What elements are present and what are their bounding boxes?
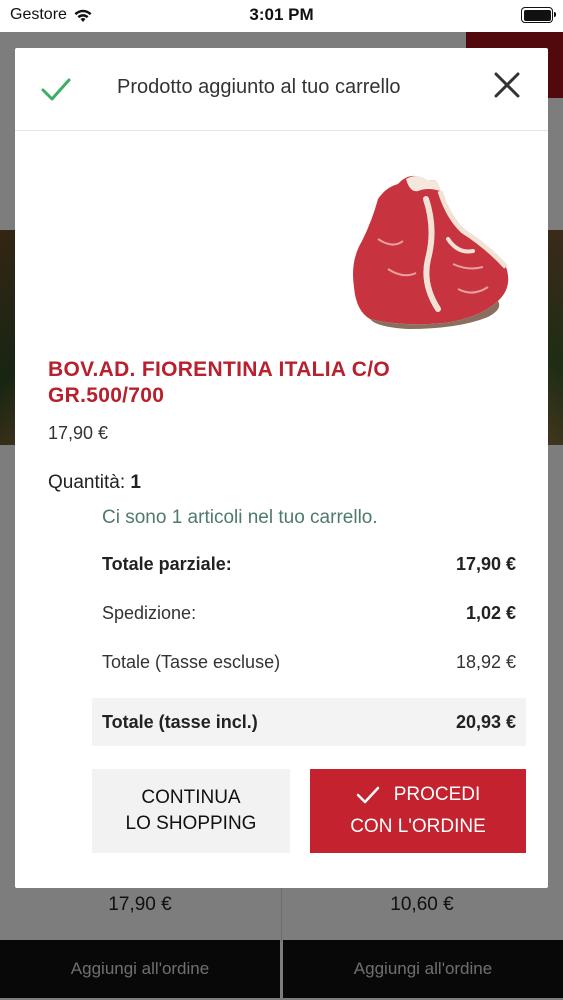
- continue-shopping-button[interactable]: CONTINUA LO SHOPPING: [92, 769, 290, 853]
- shipping-value: 1,02 €: [465, 602, 516, 623]
- proceed-line1: PROCEDI: [356, 779, 481, 811]
- check-icon: [356, 786, 379, 804]
- cart-message: Ci sono 1 articoli nel tuo carrello.: [102, 507, 378, 528]
- proceed-line2-text: CON L'ORDINE: [350, 816, 486, 837]
- summary-row-total-excl: Totale (Tasse escluse) 18,92 €: [92, 638, 526, 686]
- shipping-label: Spedizione:: [102, 602, 197, 623]
- battery-icon: [521, 7, 556, 23]
- status-bar: Gestore 3:01 PM: [0, 0, 563, 32]
- proceed-line1-text: PROCEDI: [393, 784, 481, 805]
- continue-shopping-line2: LO SHOPPING: [125, 813, 257, 834]
- subtotal-label: Totale parziale:: [102, 553, 232, 574]
- subtotal-value: 17,90 €: [455, 553, 516, 574]
- summary-row-subtotal: Totale parziale: 17,90 €: [92, 540, 526, 588]
- summary-row-total-incl: Totale (tasse incl.) 20,93 €: [92, 698, 526, 746]
- cart-modal: Prodotto aggiunto al tuo carrello BOV.AD…: [15, 48, 548, 888]
- steak-image: [353, 175, 509, 329]
- quantity-label: Quantità:: [48, 472, 126, 493]
- check-icon: [41, 78, 71, 101]
- continue-shopping-line1: CONTINUA: [141, 787, 241, 808]
- quantity-value: 1: [130, 472, 141, 493]
- status-time: 3:01 PM: [249, 5, 314, 24]
- close-icon[interactable]: [492, 70, 522, 100]
- product-name: BOV.AD. FIORENTINA ITALIA C/O GR.500/700: [48, 358, 390, 407]
- product-price: 17,90 €: [48, 423, 109, 443]
- total-incl-value: 20,93 €: [455, 711, 516, 732]
- total-incl-label: Totale (tasse incl.): [102, 711, 258, 732]
- summary-row-shipping: Spedizione: 1,02 €: [92, 589, 526, 637]
- total-excl-label: Totale (Tasse escluse): [102, 651, 281, 672]
- modal-title: Prodotto aggiunto al tuo carrello: [117, 76, 401, 98]
- quantity: Quantità: 1: [48, 472, 141, 494]
- modal-header: Prodotto aggiunto al tuo carrello: [15, 48, 548, 131]
- continue-shopping-label: CONTINUA LO SHOPPING: [126, 785, 257, 837]
- proceed-to-order-button[interactable]: PROCEDI CON L'ORDINE: [310, 769, 526, 853]
- total-excl-value: 18,92 €: [455, 651, 516, 672]
